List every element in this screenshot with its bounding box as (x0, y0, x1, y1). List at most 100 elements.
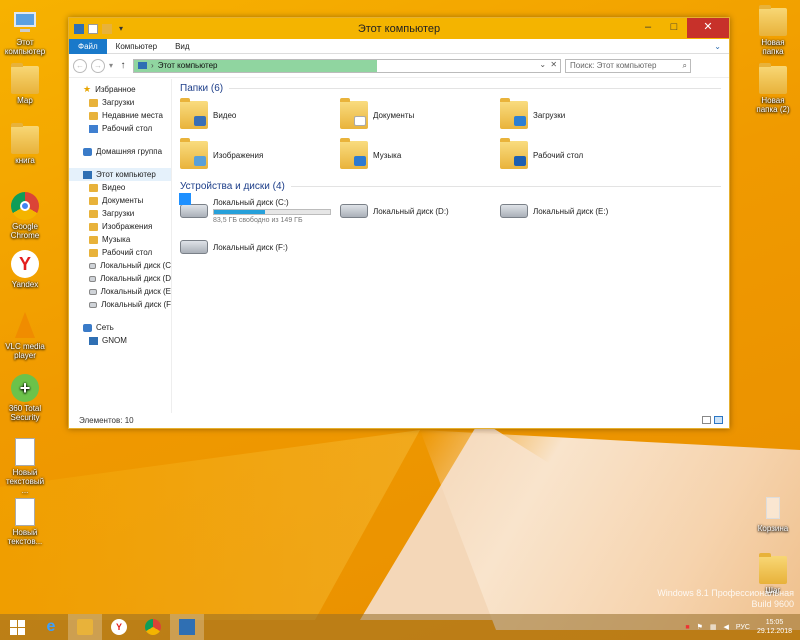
taskbar-chrome[interactable] (136, 614, 170, 640)
nav-network[interactable]: Сеть (69, 321, 171, 334)
nav-item-recent[interactable]: Недавние места (69, 109, 171, 122)
tray-network-icon[interactable]: ▦ (710, 623, 717, 631)
large-icons-view-icon[interactable] (714, 416, 723, 424)
folder-item-documents[interactable]: Документы (340, 95, 500, 135)
window-title: Этот компьютер (357, 22, 441, 35)
nav-item-drive-f[interactable]: Локальный диск (F (69, 298, 171, 311)
documents-folder-icon (89, 196, 98, 205)
desktop-icon-label: Yandex (11, 280, 39, 289)
computer-icon (89, 336, 98, 345)
desktop-icon-textdoc2[interactable]: Новый текстов... (2, 498, 48, 546)
music-folder-icon (340, 138, 368, 169)
breadcrumb[interactable]: Этот компьютер (158, 61, 218, 70)
nav-item-gnom[interactable]: GNOM (69, 334, 171, 347)
start-icon (9, 619, 25, 635)
recent-locations-icon[interactable]: ▾ (109, 61, 113, 70)
title-bar[interactable]: ▾ Этот компьютер – □ ✕ (69, 18, 729, 39)
start-button[interactable] (0, 614, 34, 640)
desktop-icon-chrome[interactable]: Google Chrome (2, 192, 48, 240)
up-button[interactable]: ↑ (117, 60, 129, 71)
navigation-pane: ★ Избранное Загрузки Недавние места Рабоч… (69, 79, 172, 413)
taskbar-explorer[interactable] (68, 614, 102, 640)
nav-item-downloads[interactable]: Загрузки (69, 96, 171, 109)
tray-volume-icon[interactable]: ◀ (724, 623, 729, 631)
clock[interactable]: 15:05 29.12.2018 (757, 618, 792, 636)
nav-item-downloads-pc[interactable]: Загрузки (69, 207, 171, 220)
folder-item-music[interactable]: Музыка (340, 135, 500, 175)
nav-item-documents[interactable]: Документы (69, 194, 171, 207)
properties-icon[interactable] (88, 23, 98, 34)
desktop-icon-book[interactable]: книга (2, 123, 48, 165)
minimize-button[interactable]: – (635, 18, 661, 38)
back-button[interactable]: ← (73, 58, 87, 73)
drive-item-d[interactable]: Локальный диск (D:) (340, 193, 500, 229)
address-path: › Этот компьютер (134, 61, 218, 70)
drives-group-header[interactable]: Устройства и диски (4) (180, 179, 721, 193)
tab-view[interactable]: Вид (166, 39, 198, 54)
desktop-icon-recycle-bin[interactable]: Корзина (750, 494, 796, 533)
drive-icon (89, 275, 97, 282)
desktop-folder-icon (500, 138, 528, 169)
close-button[interactable]: ✕ (687, 18, 729, 38)
drive-item-f[interactable]: Локальный диск (F:) (180, 229, 340, 265)
desktop-icon-new-folder-2[interactable]: Новая папка (2) (750, 63, 796, 114)
nav-this-pc[interactable]: Этот компьютер (69, 168, 171, 181)
forward-button[interactable]: → (91, 58, 105, 73)
nav-favorites[interactable]: ★ Избранное (69, 83, 171, 96)
new-folder-icon[interactable] (102, 23, 112, 34)
nav-item-desktop[interactable]: Рабочий стол (69, 122, 171, 135)
address-dropdown-icon[interactable]: ⌄ (539, 60, 546, 69)
nav-item-drive-c[interactable]: Локальный диск (C (69, 259, 171, 272)
desktop-icon-map[interactable]: Мар (2, 63, 48, 105)
customize-dropdown-icon[interactable]: ▾ (116, 24, 126, 34)
tray-flag-icon[interactable]: ⚑ (697, 623, 703, 631)
nav-label: Домашняя группа (96, 147, 163, 156)
folder-item-downloads[interactable]: Загрузки (500, 95, 660, 135)
nav-item-music[interactable]: Музыка (69, 233, 171, 246)
nav-homegroup[interactable]: Домашняя группа (69, 145, 171, 158)
vlc-icon (11, 312, 39, 340)
windows-watermark: Windows 8.1 Профессиональная Build 9600 (657, 588, 794, 610)
desktop-icon-vlc[interactable]: VLC media player (2, 312, 48, 360)
folder-icon (759, 63, 787, 94)
folder-item-pictures[interactable]: Изображения (180, 135, 340, 175)
desktop-icon-label: Мар (17, 96, 33, 105)
computer-icon (83, 170, 92, 179)
nav-item-drive-d[interactable]: Локальный диск (D (69, 272, 171, 285)
taskbar-ie[interactable]: e (34, 614, 68, 640)
desktop-icon-yandex[interactable]: Y Yandex (2, 250, 48, 289)
tray-app-icon[interactable]: ■ (685, 624, 689, 631)
folder-item-desktop[interactable]: Рабочий стол (500, 135, 660, 175)
search-icon[interactable]: ⌕ (683, 60, 687, 72)
folders-group-header[interactable]: Папки (6) (180, 81, 721, 95)
computer-icon (138, 62, 148, 69)
nav-item-video[interactable]: Видео (69, 181, 171, 194)
watermark-line: Build 9600 (751, 599, 794, 609)
taskbar-network[interactable] (170, 614, 204, 640)
drive-item-e[interactable]: Локальный диск (E:) (500, 193, 660, 229)
nav-item-pictures[interactable]: Изображения (69, 220, 171, 233)
nav-label: Избранное (95, 85, 136, 94)
desktop-icon-360[interactable]: + 360 Total Security (2, 374, 48, 422)
folder-item-video[interactable]: Видео (180, 95, 340, 135)
maximize-button[interactable]: □ (661, 18, 687, 38)
desktop-icon-this-pc[interactable]: Этот компьютер (2, 8, 48, 56)
details-view-icon[interactable] (702, 416, 711, 424)
nav-label: Локальный диск (C (100, 261, 171, 270)
folder-icon (11, 123, 39, 154)
nav-label: Локальный диск (D (100, 274, 171, 283)
search-input[interactable]: Поиск: Этот компьютер ⌕ (565, 58, 692, 73)
tab-computer[interactable]: Компьютер (107, 39, 166, 54)
drive-item-c[interactable]: Локальный диск (C:) 83,5 ГБ свободно из … (179, 193, 340, 229)
desktop-icon-new-folder[interactable]: Новая папка (750, 5, 796, 56)
tab-file[interactable]: Файл (69, 38, 107, 54)
nav-item-desktop-pc[interactable]: Рабочий стол (69, 246, 171, 259)
nav-item-drive-e[interactable]: Локальный диск (E (69, 285, 171, 298)
expand-ribbon-icon[interactable]: ⌄ (714, 42, 729, 51)
taskbar-yandex[interactable]: Y (102, 614, 136, 640)
language-indicator[interactable]: РУС (736, 624, 750, 631)
address-field[interactable]: › Этот компьютер ⌄ ✕ (133, 58, 562, 73)
breadcrumb-chevron-icon[interactable]: › (151, 61, 154, 70)
refresh-icon[interactable]: ✕ (550, 60, 557, 69)
desktop-icon-textdoc1[interactable]: Новый текстовый ... (2, 438, 48, 495)
